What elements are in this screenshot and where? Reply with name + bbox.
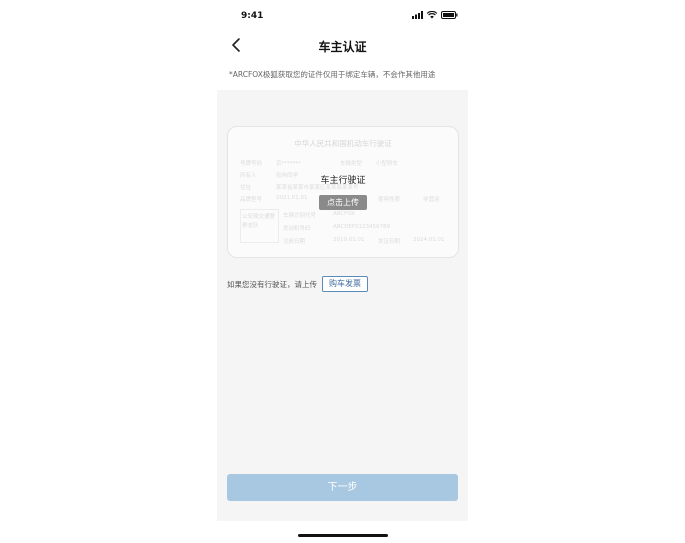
invoice-prompt: 如果您没有行驶证，请上传 — [227, 279, 317, 289]
next-step-button[interactable]: 下一步 — [227, 474, 458, 501]
bg-vin-value: ARCFOX — [333, 211, 356, 217]
home-indicator — [298, 534, 388, 537]
battery-icon — [441, 11, 458, 19]
main-content: 中华人民共和国机动车行驶证 号牌号码 京******* 车辆类型 小型轿车 所有… — [217, 90, 468, 521]
bg-plate-value: 京******* — [276, 161, 301, 167]
bg-vin-label: 车辆识别代号 — [283, 213, 317, 219]
phone-screen: 9:41 车主认证 *ARCFOX极狐获取您的证件仅用于绑定车辆，不会作其他用途… — [217, 0, 468, 543]
bg-seal: 公安局交通警察支队 — [242, 214, 276, 229]
bg-use-value: 非营运 — [423, 197, 440, 203]
signal-icon — [412, 11, 423, 19]
license-upload-card[interactable]: 中华人民共和国机动车行驶证 号牌号码 京******* 车辆类型 小型轿车 所有… — [227, 126, 459, 258]
invoice-row: 如果您没有行驶证，请上传 购车发票 — [227, 276, 368, 292]
bg-reg-value: 2019.01.01 — [333, 237, 365, 243]
license-card-title: 中华人民共和国机动车行驶证 — [294, 139, 392, 148]
bg-plate-label: 号牌号码 — [240, 161, 263, 167]
license-upload-label: 车主行驶证 — [320, 176, 366, 186]
bg-engine-value: ARCDEF0123456789 — [333, 224, 391, 230]
status-bar: 9:41 — [217, 0, 468, 30]
upload-invoice-button[interactable]: 购车发票 — [322, 276, 368, 292]
bg-type-value: 小型轿车 — [376, 161, 399, 167]
bg-reg-label: 注册日期 — [283, 239, 306, 245]
wifi-icon — [427, 11, 437, 19]
privacy-notice: *ARCFOX极狐获取您的证件仅用于绑定车辆，不会作其他用途 — [229, 70, 436, 79]
status-time: 9:41 — [241, 11, 264, 21]
bg-use-label: 使用性质 — [378, 197, 401, 203]
bg-model-label: 品牌型号 — [240, 197, 263, 203]
bg-engine-label: 发动机号码 — [283, 226, 311, 232]
bg-type-label: 车辆类型 — [340, 161, 363, 167]
navigation-bar: 车主认证 — [217, 30, 468, 60]
status-icons — [412, 11, 458, 19]
bg-model-value: 2021.01.01 — [276, 195, 308, 201]
page-title: 车主认证 — [318, 40, 367, 54]
bg-issue-value: 2024.01.01 — [413, 237, 445, 243]
bg-issue-label: 发证日期 — [378, 239, 401, 245]
upload-license-button[interactable]: 点击上传 — [319, 195, 367, 210]
